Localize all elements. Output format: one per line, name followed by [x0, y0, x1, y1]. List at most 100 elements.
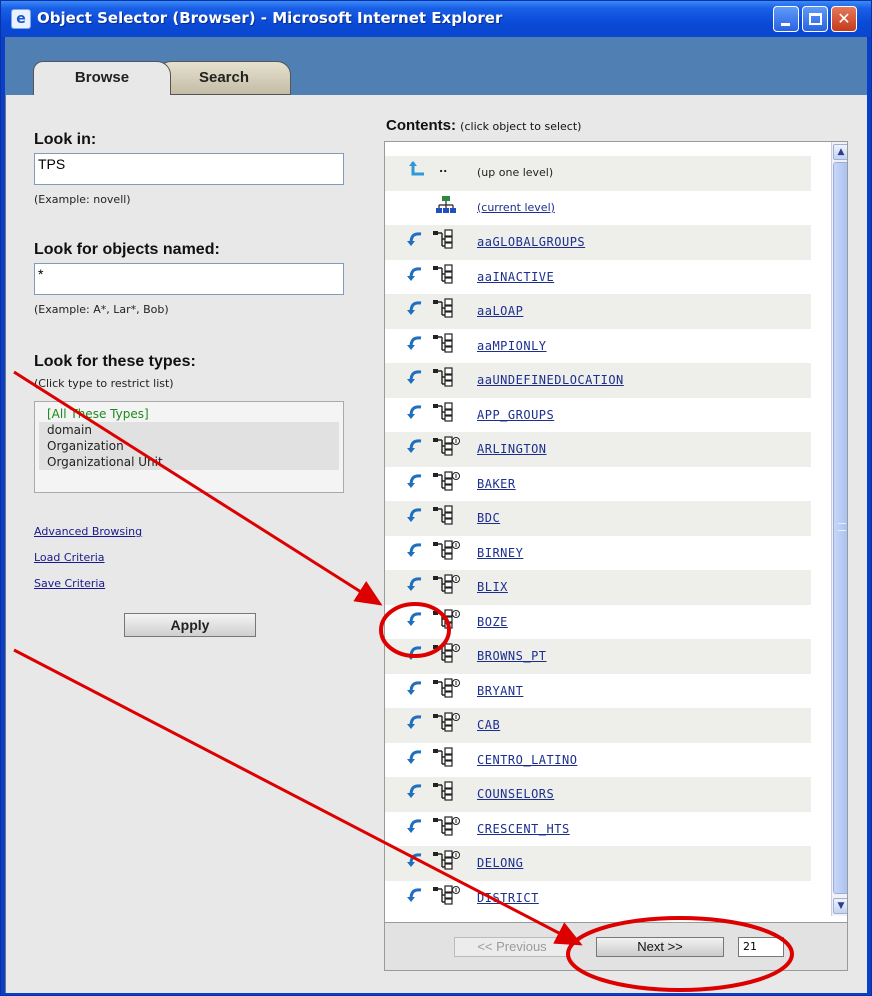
list-item[interactable]: COUNSELORS — [385, 777, 811, 812]
object-link[interactable]: CAB — [477, 718, 500, 732]
tab-strip: Search Browse — [5, 37, 867, 95]
type-item-organization[interactable]: Organization — [39, 438, 339, 454]
type-item-all[interactable]: [All These Types] — [39, 406, 339, 422]
list-item[interactable]: DISTRICT — [385, 881, 811, 916]
drill-down-arrow-icon[interactable] — [405, 231, 422, 247]
current-level-link[interactable]: (current level) — [477, 201, 555, 214]
list-item[interactable]: BOZE — [385, 605, 811, 640]
object-link[interactable]: BAKER — [477, 477, 516, 491]
drill-down-arrow-icon[interactable] — [405, 714, 422, 730]
list-item[interactable]: BLIX — [385, 570, 811, 605]
contents-scrollbar[interactable]: ▲ ▼ — [831, 142, 847, 916]
list-item[interactable]: aaINACTIVE — [385, 260, 811, 295]
object-link[interactable]: aaMPIONLY — [477, 339, 547, 353]
drill-down-arrow-icon[interactable] — [405, 300, 422, 316]
object-link[interactable]: BLIX — [477, 580, 508, 594]
list-item[interactable]: aaMPIONLY — [385, 329, 811, 364]
window-title: Object Selector (Browser) - Microsoft In… — [37, 9, 503, 27]
object-link[interactable]: APP_GROUPS — [477, 408, 554, 422]
org-unit-icon — [431, 298, 457, 318]
drill-down-arrow-icon[interactable] — [405, 887, 422, 903]
object-link[interactable]: DELONG — [477, 856, 523, 870]
scroll-thumb[interactable] — [833, 162, 847, 894]
list-item[interactable]: CRESCENT_HTS — [385, 812, 811, 847]
scroll-down-icon[interactable]: ▼ — [833, 898, 847, 914]
type-item-organizational-unit[interactable]: Organizational Unit — [39, 454, 339, 470]
look-in-input[interactable]: TPS — [34, 153, 344, 185]
network-tree-icon — [435, 195, 461, 215]
page-number-input[interactable]: 21 — [738, 937, 784, 957]
contents-subtitle: (click object to select) — [460, 120, 582, 133]
drill-down-arrow-icon[interactable] — [405, 611, 422, 627]
object-link[interactable]: BDC — [477, 511, 500, 525]
drill-down-arrow-icon[interactable] — [405, 645, 422, 661]
list-item[interactable]: APP_GROUPS — [385, 398, 811, 433]
up-level-icon — [409, 160, 425, 176]
drill-down-arrow-icon[interactable] — [405, 852, 422, 868]
drill-down-arrow-icon[interactable] — [405, 507, 422, 523]
drill-down-arrow-icon[interactable] — [405, 369, 422, 385]
maximize-button[interactable] — [802, 6, 828, 32]
object-link[interactable]: BOZE — [477, 615, 508, 629]
title-bar[interactable]: e Object Selector (Browser) - Microsoft … — [1, 1, 871, 37]
list-item[interactable]: BAKER — [385, 467, 811, 502]
list-item[interactable]: DELONG — [385, 846, 811, 881]
list-item[interactable]: BIRNEY — [385, 536, 811, 571]
list-item[interactable]: ARLINGTON — [385, 432, 811, 467]
object-link[interactable]: CRESCENT_HTS — [477, 822, 570, 836]
drill-down-arrow-icon[interactable] — [405, 818, 422, 834]
org-unit-icon — [431, 746, 457, 767]
list-item-up-level[interactable]: .. (up one level) — [385, 156, 811, 191]
object-link[interactable]: BRYANT — [477, 684, 523, 698]
drill-down-arrow-icon[interactable] — [405, 404, 422, 420]
drill-down-arrow-icon[interactable] — [405, 473, 422, 489]
types-label: Look for these types: — [34, 353, 196, 370]
apply-button[interactable]: Apply — [124, 613, 256, 637]
save-criteria-link[interactable]: Save Criteria — [34, 577, 105, 590]
drill-down-arrow-icon[interactable] — [405, 335, 422, 351]
list-item[interactable]: aaGLOBALGROUPS — [385, 225, 811, 260]
next-button[interactable]: Next >> — [596, 937, 724, 957]
list-item[interactable]: BDC — [385, 501, 811, 536]
list-item[interactable]: BRYANT — [385, 674, 811, 709]
object-link[interactable]: ARLINGTON — [477, 442, 547, 456]
look-in-hint: (Example: novell) — [34, 193, 131, 206]
named-input[interactable]: * — [34, 263, 344, 295]
drill-down-arrow-icon[interactable] — [405, 542, 422, 558]
object-link[interactable]: BIRNEY — [477, 546, 523, 560]
drill-down-arrow-icon[interactable] — [405, 749, 422, 765]
list-item[interactable]: BROWNS_PT — [385, 639, 811, 674]
close-button[interactable]: ✕ — [831, 6, 857, 32]
minimize-button[interactable] — [773, 6, 799, 32]
tab-browse[interactable]: Browse — [33, 61, 171, 95]
type-item-domain[interactable]: domain — [39, 422, 339, 438]
previous-button[interactable]: << Previous — [454, 937, 570, 957]
object-link[interactable]: BROWNS_PT — [477, 649, 547, 663]
list-item-current-level[interactable]: (current level) — [385, 191, 811, 226]
scroll-up-icon[interactable]: ▲ — [833, 144, 847, 160]
list-item[interactable]: CAB — [385, 708, 811, 743]
object-link[interactable]: aaGLOBALGROUPS — [477, 235, 585, 249]
object-link[interactable]: aaLOAP — [477, 304, 523, 318]
object-link[interactable]: DISTRICT — [477, 891, 539, 905]
drill-down-arrow-icon[interactable] — [405, 783, 422, 799]
ie-window: e Object Selector (Browser) - Microsoft … — [0, 0, 872, 996]
tab-search[interactable]: Search — [157, 61, 291, 95]
org-unit-icon — [431, 884, 460, 905]
drill-down-arrow-icon[interactable] — [405, 576, 422, 592]
object-link[interactable]: aaUNDEFINEDLOCATION — [477, 373, 624, 387]
up-dots: .. — [439, 162, 448, 175]
drill-down-arrow-icon[interactable] — [405, 680, 422, 696]
drill-down-arrow-icon[interactable] — [405, 266, 422, 282]
object-link[interactable]: CENTRO_LATINO — [477, 753, 577, 767]
look-in-label: Look in: — [34, 131, 97, 148]
advanced-browsing-link[interactable]: Advanced Browsing — [34, 525, 142, 538]
list-item[interactable]: aaUNDEFINEDLOCATION — [385, 363, 811, 398]
load-criteria-link[interactable]: Load Criteria — [34, 551, 105, 564]
object-link[interactable]: aaINACTIVE — [477, 270, 554, 284]
up-level-label[interactable]: (up one level) — [477, 166, 553, 179]
list-item[interactable]: CENTRO_LATINO — [385, 743, 811, 778]
drill-down-arrow-icon[interactable] — [405, 438, 422, 454]
list-item[interactable]: aaLOAP — [385, 294, 811, 329]
object-link[interactable]: COUNSELORS — [477, 787, 554, 801]
